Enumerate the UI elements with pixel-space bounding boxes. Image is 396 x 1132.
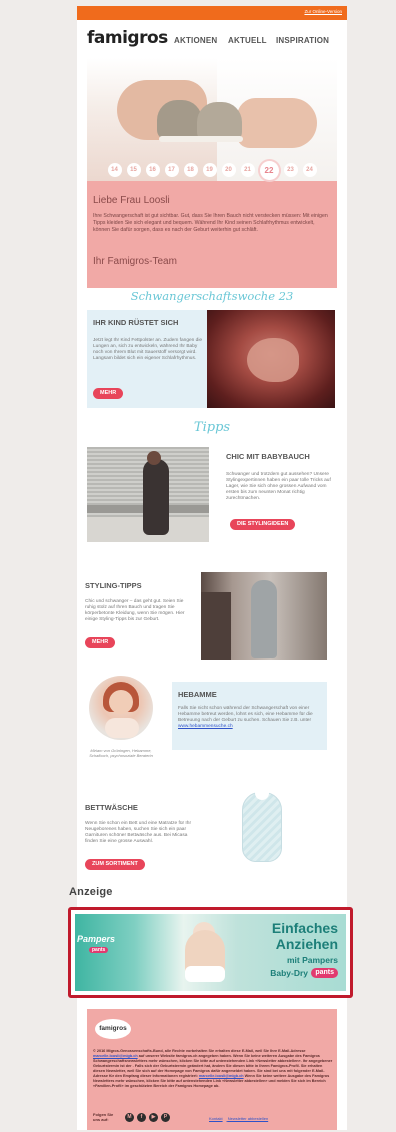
- week-16-button[interactable]: 16: [145, 163, 160, 177]
- stylingideen-button[interactable]: DIE STYLINGIDEEN: [230, 519, 296, 530]
- week-22-button-current[interactable]: 22: [259, 160, 279, 180]
- week-24-button[interactable]: 24: [302, 163, 317, 177]
- chic-title: CHIC MIT BABYBAUCH: [226, 452, 310, 461]
- week-heading: Schwangerschaftswoche 23: [130, 289, 294, 303]
- ad-label: Anzeige: [69, 886, 113, 898]
- hebamme-title: HEBAMME: [178, 690, 217, 699]
- newsletter-abbestellen-link[interactable]: Newsletter abbestellen: [228, 1116, 268, 1121]
- styling-text: Chic und schwanger – das geht gut. Seien…: [85, 599, 185, 622]
- famigros-logo[interactable]: famigros: [87, 28, 168, 48]
- week-17-button[interactable]: 17: [164, 163, 179, 177]
- hebamme-section: HEBAMME Falls Sie nicht schon während de…: [172, 682, 327, 750]
- greeting: Liebe Frau Loosli: [93, 195, 170, 206]
- nav-aktionen[interactable]: AKTIONEN: [174, 36, 217, 45]
- pregnant-woman-bench-image[interactable]: [87, 447, 209, 542]
- baby-sleeping-bag-image[interactable]: [242, 792, 282, 862]
- pinterest-icon[interactable]: P: [161, 1113, 170, 1122]
- hebamme-text: Falls Sie nicht schon während der Schwan…: [178, 706, 313, 729]
- tipps-heading: Tipps: [193, 420, 231, 435]
- online-version-link[interactable]: Zur Online-Version: [304, 9, 342, 14]
- footer-links: Kontakt Newsletter abbestellen: [209, 1116, 272, 1121]
- youtube-icon[interactable]: ▶: [149, 1113, 158, 1122]
- pants-tag: pants: [89, 947, 109, 953]
- pampers-ad-banner[interactable]: Pampers pants Einfaches Anziehen mit Pam…: [75, 914, 346, 991]
- kontakt-link[interactable]: Kontakt: [209, 1116, 223, 1121]
- week-15-button[interactable]: 15: [126, 163, 141, 177]
- signature: Ihr Famigros-Team: [93, 256, 177, 267]
- zum-sortiment-button[interactable]: ZUM SORTIMENT: [85, 859, 145, 870]
- week-19-button[interactable]: 19: [202, 163, 217, 177]
- styling-shop-image[interactable]: [201, 572, 327, 660]
- week-23-button[interactable]: 23: [283, 163, 298, 177]
- migros-icon[interactable]: M: [125, 1113, 134, 1122]
- kind-mehr-button[interactable]: MEHR: [93, 388, 124, 399]
- kind-text: Jetzt legt Ihr Kind Fettpolster an. Zude…: [93, 338, 203, 361]
- ultrasound-image[interactable]: [207, 310, 335, 408]
- ad-line-3: mit Pampers: [286, 955, 338, 965]
- midwife-photo: [89, 676, 153, 740]
- midwife-caption: Miriam von Grüningen, Hebamme, Schafbuch…: [89, 748, 153, 758]
- hero-section: 14 15 16 17 18 19 20 21 22 23 24 Liebe F…: [87, 58, 337, 288]
- nav-aktuell[interactable]: AKTUELL: [228, 36, 267, 45]
- pampers-logo: Pampers: [77, 934, 116, 944]
- week-20-button[interactable]: 20: [221, 163, 236, 177]
- styling-mehr-button[interactable]: MEHR: [85, 637, 116, 648]
- ad-line-4: Baby-Dry: [270, 968, 308, 978]
- footer-famigros-logo[interactable]: famigros: [95, 1019, 131, 1039]
- follow-us-label: Folgen Sie uns auf:: [93, 1112, 114, 1122]
- ad-headline-2: Anziehen: [275, 936, 338, 952]
- hebammensuche-link[interactable]: www.hebammensuche.ch: [178, 724, 233, 729]
- week-21-button[interactable]: 21: [240, 163, 255, 177]
- footer-legal-text: © 2016 Migros-Genossenschafts-Bund, alle…: [93, 1049, 333, 1088]
- bettwaesche-text: Wenn Sie schon ein Bett und eine Matratz…: [85, 821, 192, 844]
- ad-pants-pill: pants: [311, 968, 338, 978]
- email-page: Zur Online-Version famigros AKTIONEN AKT…: [68, 6, 353, 1130]
- week-selector: 14 15 16 17 18 19 20 21 22 23 24: [87, 159, 337, 181]
- top-bar: Zur Online-Version: [77, 6, 347, 20]
- footer-email-link[interactable]: marcelle.loosli@migb.ch: [93, 1054, 138, 1058]
- footer: famigros © 2016 Migros-Genossenschafts-B…: [87, 1009, 337, 1130]
- facebook-icon[interactable]: f: [137, 1113, 146, 1122]
- chic-text: Schwanger und trotzdem gut aussehen? Uns…: [226, 472, 331, 501]
- hero-intro-text: Ihre Schwangerschaft ist gut sichtbar. G…: [93, 213, 328, 233]
- nav-inspiration[interactable]: INSPIRATION: [276, 36, 329, 45]
- styling-title: STYLING-TIPPS: [85, 581, 142, 590]
- week-18-button[interactable]: 18: [183, 163, 198, 177]
- ad-highlight-frame: Pampers pants Einfaches Anziehen mit Pam…: [68, 907, 353, 998]
- kind-title: IHR KIND RÜSTET SICH: [93, 318, 179, 327]
- week-14-button[interactable]: 14: [107, 163, 122, 177]
- footer-email-link-2[interactable]: marcelle.loosli@migb.ch: [199, 1074, 244, 1078]
- bettwaesche-title: BETTWÄSCHE: [85, 803, 138, 812]
- ad-headline-1: Einfaches: [271, 920, 338, 936]
- kind-section: IHR KIND RÜSTET SICH Jetzt legt Ihr Kind…: [87, 310, 207, 408]
